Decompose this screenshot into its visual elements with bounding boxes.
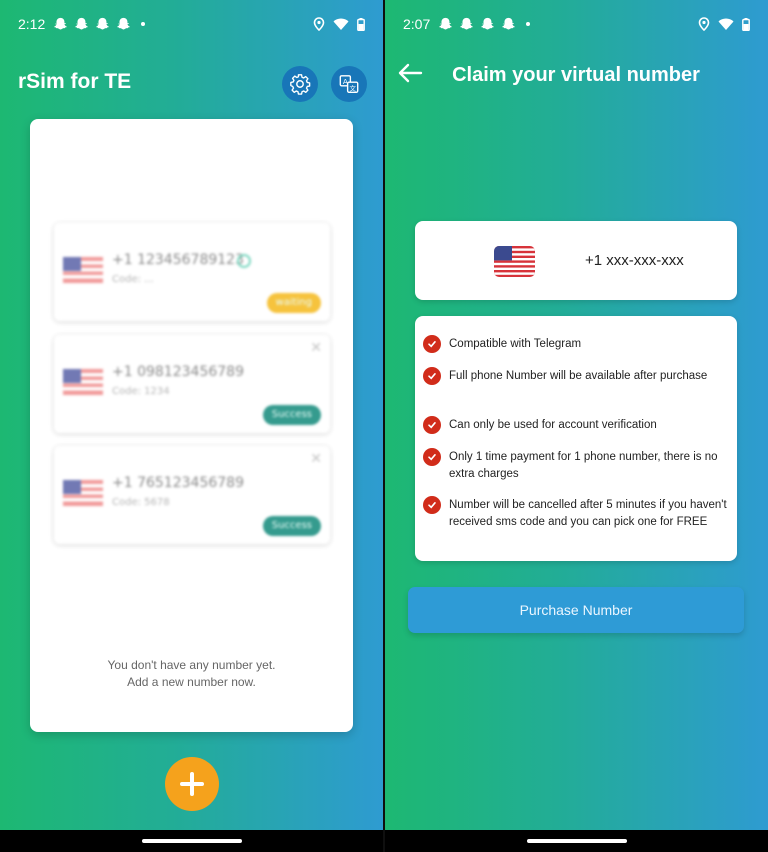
close-icon: ✕ [310,340,322,356]
feature-item: Full phone Number will be available afte… [423,367,733,385]
svg-text:文: 文 [349,83,356,92]
status-badge: Success [262,516,321,536]
numbers-card: +1 1234567891​23 Code: ... waiting ✕ +1 … [30,119,353,732]
translate-button[interactable]: A 文 [331,66,367,102]
feature-item: Only 1 time payment for 1 phone number, … [423,448,733,482]
snapchat-icon [54,17,68,30]
us-flag-icon [63,480,103,506]
system-nav-bar [0,830,383,852]
feature-text: Compatible with Telegram [449,338,582,350]
sample-number: +1 0981234567​89 [112,364,244,380]
page-title: Claim your virtual number [452,64,700,86]
add-number-button[interactable] [165,757,219,811]
back-arrow-icon[interactable] [397,62,423,84]
battery-icon [742,17,750,31]
svg-text:A: A [343,77,348,86]
sample-code: Code: ... [112,274,154,285]
feature-item: Compatible with Telegram [423,335,733,353]
sample-number: +1 7651234567​89 [112,475,244,491]
battery-icon [357,17,365,31]
virtual-number: +1 xxx-xxx-xxx [585,252,684,269]
check-icon [423,416,441,434]
us-flag-icon [63,369,103,395]
settings-button[interactable] [282,66,318,102]
notification-dot [526,22,531,26]
status-time: 2:12 [18,16,46,32]
status-icons [313,17,365,31]
empty-state-line: Add a new number now. [127,675,256,689]
wifi-icon [718,18,734,30]
system-nav-bar [385,830,768,852]
feature-text: Only 1 time payment for 1 phone number, … [449,451,718,480]
status-bar: 2:07 [385,0,768,48]
empty-state-line: You don't have any number yet. [107,658,276,672]
status-time: 2:07 [403,16,431,32]
check-icon [423,335,441,353]
location-icon [698,17,710,31]
sample-number: +1 1234567891​23 [112,252,244,268]
home-indicator[interactable] [526,839,627,843]
us-flag-icon [494,246,535,277]
status-badge: waiting [266,293,321,313]
check-icon [423,448,441,466]
features-list: Compatible with Telegram Full phone Numb… [415,316,737,561]
snapchat-icon [460,17,474,30]
home-screen: 2:12 rSim for TE A 文 [0,0,383,852]
location-icon [313,17,325,31]
sample-number-item: +1 1234567891​23 Code: ... waiting [54,223,330,321]
wifi-icon [333,18,349,30]
snapchat-icon [117,17,131,30]
feature-text: Number will be cancelled after 5 minutes… [449,499,727,528]
check-icon [423,367,441,385]
gear-icon [290,74,311,95]
feature-item: Can only be used for account verificatio… [423,416,733,434]
snapchat-icon [502,17,516,30]
sample-code: Code: 5678 [112,497,170,508]
app-title: rSim for TE [18,70,132,93]
notification-dot [141,22,146,26]
virtual-number-card: +1 xxx-xxx-xxx [415,221,737,300]
sample-code: Code: 1234 [112,386,170,397]
status-badge: Success [262,405,321,425]
status-icons [698,17,750,31]
close-icon: ✕ [310,451,322,467]
feature-text: Can only be used for account verificatio… [449,419,657,431]
plus-icon [180,772,204,796]
snapchat-icon [75,17,89,30]
translate-icon: A 文 [339,75,359,93]
check-icon [423,496,441,514]
home-indicator[interactable] [141,839,242,843]
sample-number-item: ✕ +1 0981234567​89 Code: 1234 Success [54,335,330,433]
snapchat-icon [96,17,110,30]
whatsapp-icon [237,254,251,268]
snapchat-icon [481,17,495,30]
snapchat-icon [439,17,453,30]
sample-number-item: ✕ +1 7651234567​89 Code: 5678 Success [54,446,330,544]
status-bar: 2:12 [0,0,383,48]
purchase-number-button[interactable]: Purchase Number [408,587,744,633]
empty-state-message: You don't have any number yet. Add a new… [30,657,353,691]
feature-text: Full phone Number will be available afte… [449,370,708,382]
feature-item: Number will be cancelled after 5 minutes… [423,496,733,530]
us-flag-icon [63,257,103,283]
claim-number-screen: 2:07 Claim your virtual number +1 xxx-xx… [385,0,768,852]
